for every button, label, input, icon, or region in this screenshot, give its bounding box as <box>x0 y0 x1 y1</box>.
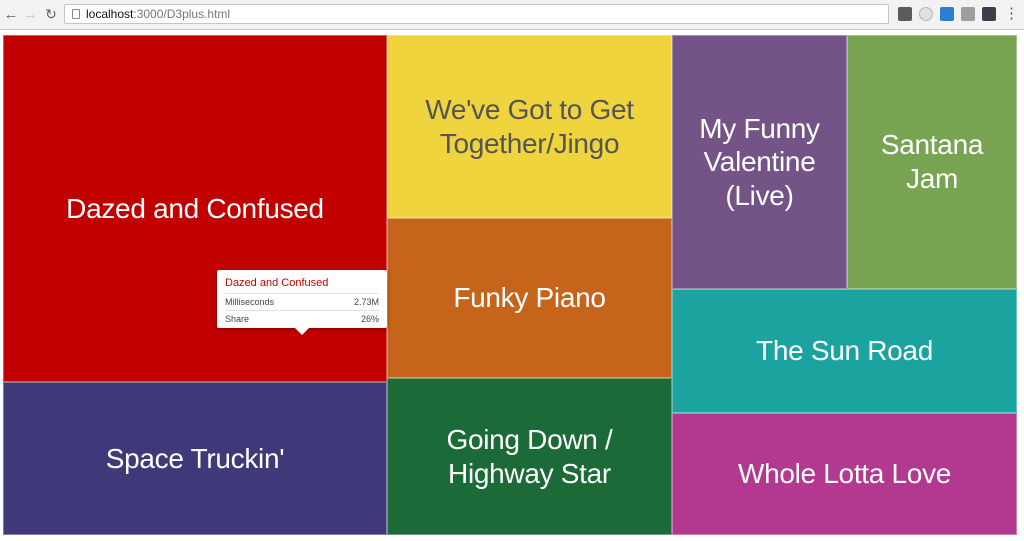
browser-toolbar: ← → ↻ localhost:3000/D3plus.html ⋮ <box>0 0 1024 30</box>
url-path: :3000/D3plus.html <box>133 7 231 21</box>
reload-icon[interactable]: ↻ <box>42 5 60 23</box>
tile-label: Funky Piano <box>453 282 606 314</box>
tile-funky-piano[interactable]: Funky Piano <box>387 218 672 378</box>
extension-3-icon[interactable] <box>940 7 954 21</box>
tile-label: The Sun Road <box>756 335 933 367</box>
tile-dazed-and-confused[interactable]: Dazed and Confused <box>3 35 387 382</box>
tooltip-row-value: 2.73M <box>353 297 379 307</box>
extension-2-icon[interactable] <box>919 7 933 21</box>
tile-label: We've Got to Get Together/Jingo <box>425 93 634 159</box>
tooltip: Dazed and Confused Milliseconds 2.73M Sh… <box>217 270 387 335</box>
tooltip-row-label: Share <box>225 314 250 324</box>
url-host: localhost <box>86 7 134 21</box>
tile-label: My Funny Valentine (Live) <box>699 112 820 211</box>
tile-santana-jam[interactable]: Santana Jam <box>847 35 1017 289</box>
tile-label: Whole Lotta Love <box>737 458 952 490</box>
tile-whole-lotta-love[interactable]: Whole Lotta Love <box>672 413 1017 535</box>
tile-label: Going Down / Highway Star <box>446 423 613 489</box>
tooltip-row-milliseconds: Milliseconds 2.73M <box>225 293 379 310</box>
extension-5-icon[interactable] <box>982 7 996 21</box>
treemap: Dazed and Confused Space Truckin' We've … <box>0 30 1024 541</box>
page-icon <box>72 9 80 19</box>
back-arrow-icon[interactable]: ← <box>2 5 20 23</box>
forward-arrow-icon[interactable]: → <box>21 5 39 23</box>
tile-label: Santana Jam <box>880 129 984 194</box>
tooltip-title: Dazed and Confused <box>225 277 329 289</box>
tile-my-funny-valentine[interactable]: My Funny Valentine (Live) <box>672 35 847 289</box>
tooltip-row-share: Share 26% <box>225 310 379 327</box>
tooltip-row-value: 26% <box>360 314 379 324</box>
tile-got-to-get-together[interactable]: We've Got to Get Together/Jingo <box>387 35 672 218</box>
tile-going-down-highway-star[interactable]: Going Down / Highway Star <box>387 378 672 535</box>
tile-the-sun-road[interactable]: The Sun Road <box>672 289 1017 413</box>
tile-label: Dazed and Confused <box>66 192 324 224</box>
tooltip-arrow <box>295 328 309 335</box>
extension-1-icon[interactable] <box>898 7 912 21</box>
address-bar[interactable]: localhost:3000/D3plus.html <box>64 4 889 24</box>
tile-label: Space Truckin' <box>105 442 285 474</box>
tile-space-truckin[interactable]: Space Truckin' <box>3 382 387 535</box>
extension-4-icon[interactable] <box>961 7 975 21</box>
tooltip-row-label: Milliseconds <box>225 297 275 307</box>
kebab-menu-icon[interactable]: ⋮ <box>1004 5 1019 23</box>
